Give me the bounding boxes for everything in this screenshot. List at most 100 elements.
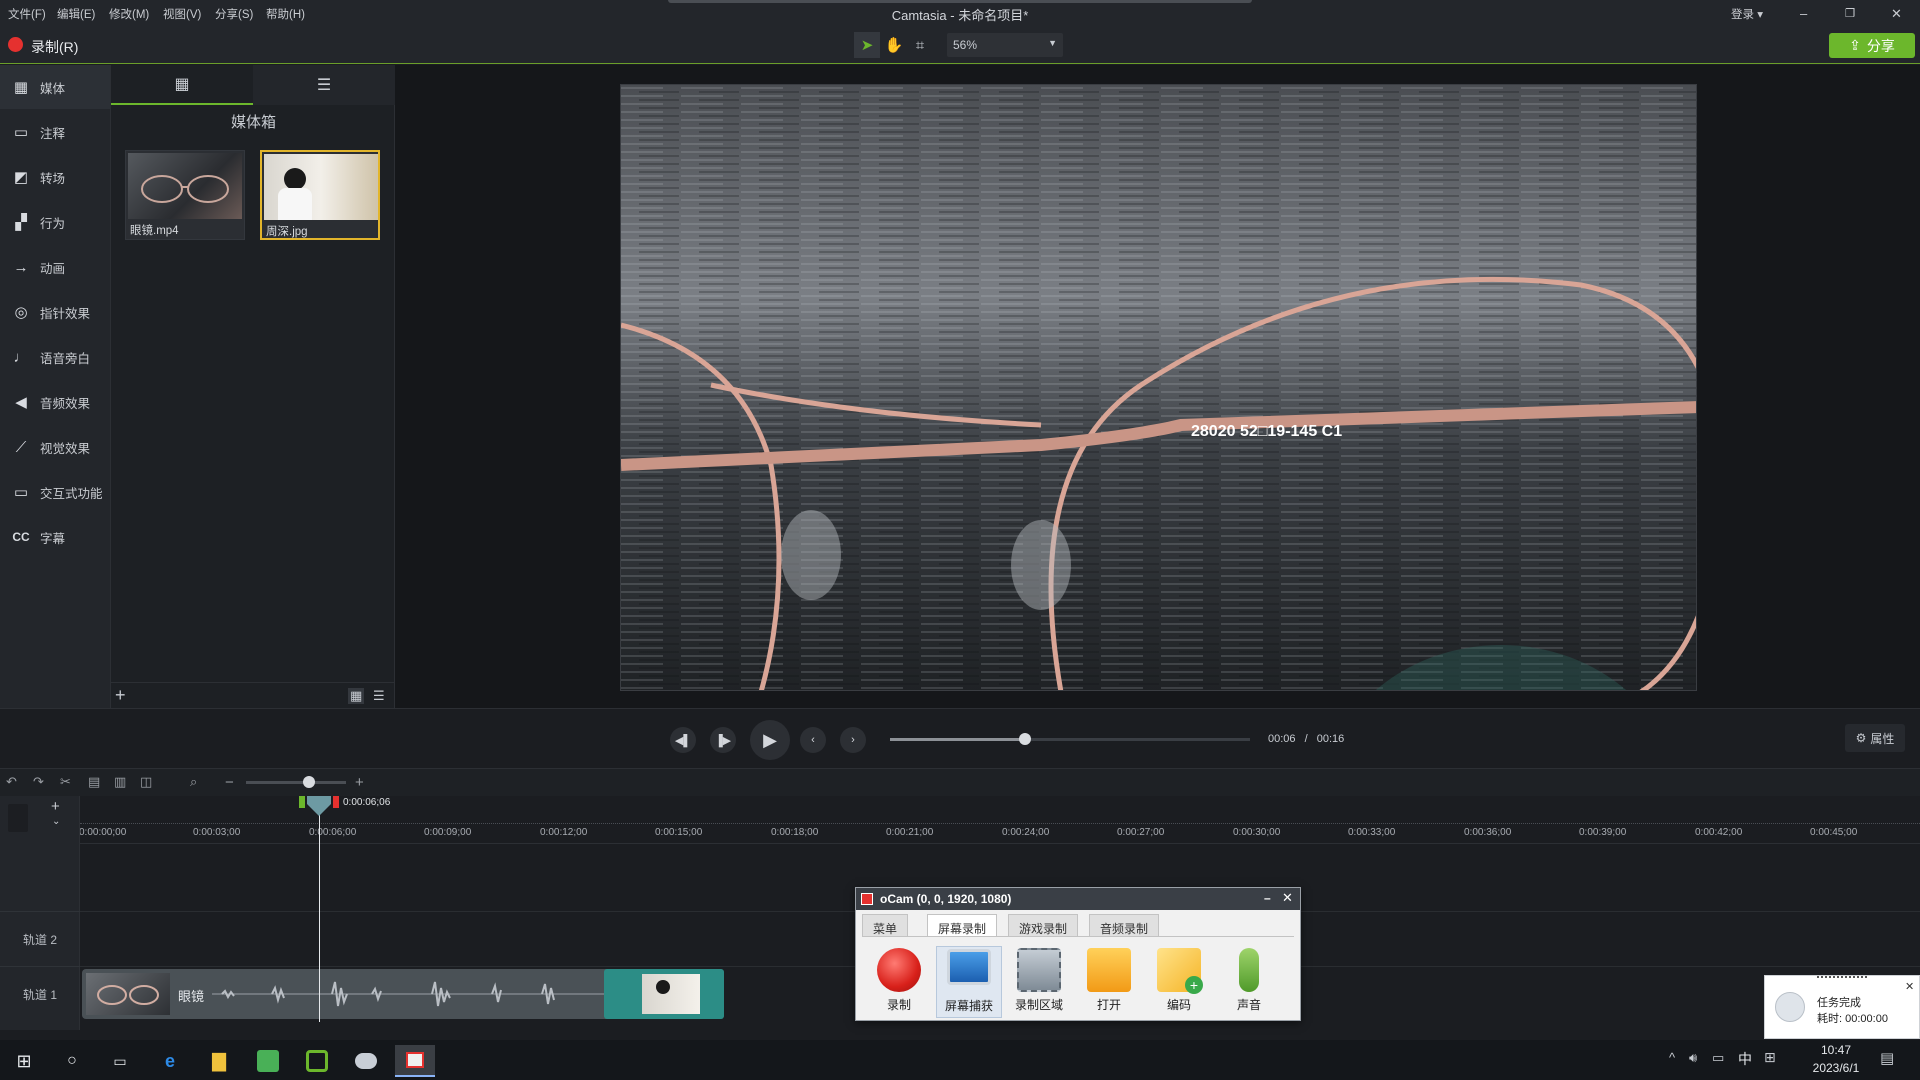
ocam-sound-button[interactable]: 声音 xyxy=(1216,946,1282,1018)
sidebar-item-transitions[interactable]: ◩ 转场 xyxy=(0,155,110,199)
sidebar-item-media[interactable]: ▦ 媒体 xyxy=(0,65,110,109)
chevron-up-icon[interactable]: ^ xyxy=(1669,1050,1675,1065)
task-complete-icon xyxy=(1775,992,1805,1022)
ime-indicator[interactable]: 中 xyxy=(1738,1049,1752,1069)
sidebar-item-annotations[interactable]: ▭ 注释 xyxy=(0,110,110,154)
app-icon-notebook[interactable] xyxy=(248,1045,288,1077)
sidebar-item-animations[interactable]: → 动画 xyxy=(0,245,110,289)
video-preview[interactable]: 28020 52□19-145 C1 xyxy=(620,84,1697,691)
track-height-slider[interactable] xyxy=(8,804,28,832)
annotation-icon: ▭ xyxy=(13,124,29,141)
title-bar-drag-handle[interactable] xyxy=(668,0,1252,3)
step-back-icon[interactable]: ◀▌ xyxy=(670,727,696,753)
app-icon-cloud[interactable] xyxy=(346,1045,386,1077)
redo-icon[interactable]: ↷ xyxy=(33,774,44,790)
play-button[interactable]: ▶ xyxy=(750,720,790,760)
zoom-in-icon[interactable]: + xyxy=(355,774,364,791)
tick-label: 0:00:45;00 xyxy=(1810,827,1858,838)
ocam-tab-audio-record[interactable]: 音频录制 xyxy=(1089,914,1160,937)
ocam-minimize-icon[interactable]: – xyxy=(1264,891,1271,905)
notification-center-icon[interactable]: ▤ xyxy=(1880,1049,1894,1067)
paste-icon[interactable]: ▥ xyxy=(114,774,126,790)
minimize-button[interactable]: – xyxy=(1800,6,1807,21)
sidebar-item-voice-narration[interactable]: ♩ 语音旁白 xyxy=(0,335,110,379)
volume-icon[interactable]: 🔊︎ xyxy=(1689,1050,1697,1066)
timeline-clip-image[interactable] xyxy=(604,969,724,1019)
ocam-open-button[interactable]: 打开 xyxy=(1076,946,1142,1018)
media-item[interactable]: 眼镜.mp4 xyxy=(125,150,245,240)
clock-time[interactable]: 10:47 xyxy=(1818,1043,1854,1057)
ocam-codec-button[interactable]: + 编码 xyxy=(1146,946,1212,1018)
ocam-title-bar[interactable]: oCam (0, 0, 1920, 1080) – ✕ xyxy=(856,888,1300,910)
edge-browser-icon[interactable]: e xyxy=(150,1045,190,1077)
zoom-out-icon[interactable]: − xyxy=(225,774,234,791)
sidebar-item-captions[interactable]: CC 字幕 xyxy=(0,515,110,559)
ocam-tab-menu[interactable]: 菜单 xyxy=(862,914,909,937)
ocam-screen-capture-button[interactable]: 屏幕捕获 xyxy=(936,946,1002,1018)
record-dot-icon xyxy=(8,37,23,52)
sidebar-item-cursor-effects[interactable]: ◎ 指针效果 xyxy=(0,290,110,334)
total-time: 00:16 xyxy=(1316,733,1345,745)
close-button[interactable]: ✕ xyxy=(1891,6,1902,22)
undo-icon[interactable]: ↶ xyxy=(6,774,17,790)
task-view-icon[interactable]: ▭ xyxy=(100,1045,140,1077)
list-view-icon[interactable]: ☰ xyxy=(373,688,385,704)
sidebar-item-label: 行为 xyxy=(40,216,66,231)
grid-view-icon[interactable]: ▦ xyxy=(348,688,365,704)
sidebar-item-audio-effects[interactable]: ◀ 音频效果 xyxy=(0,380,110,424)
crop-tool-icon[interactable]: ⌗ xyxy=(907,32,933,58)
sidebar-item-visual-effects[interactable]: ⟋ 视觉效果 xyxy=(0,425,110,469)
ocam-tab-game-record[interactable]: 游戏录制 xyxy=(1008,914,1079,937)
ocam-window: oCam (0, 0, 1920, 1080) – ✕ 菜单 屏幕录制 游戏录制… xyxy=(855,887,1301,1021)
tick-label: 0:00:39;00 xyxy=(1579,827,1627,838)
timeline-zoom-slider[interactable] xyxy=(246,781,346,784)
sidebar-item-behaviors[interactable]: ▞ 行为 xyxy=(0,200,110,244)
ocam-app-icon[interactable] xyxy=(395,1045,435,1077)
ocam-record-area-button[interactable]: 录制区域 xyxy=(1006,946,1072,1018)
record-button[interactable]: 录制(R) xyxy=(31,37,78,57)
file-explorer-icon[interactable]: ▇ xyxy=(199,1045,239,1077)
ocam-close-icon[interactable]: ✕ xyxy=(1282,890,1293,906)
chevron-down-icon[interactable]: ⌄ xyxy=(52,816,60,827)
close-icon[interactable]: ✕ xyxy=(1905,980,1914,993)
playback-knob[interactable] xyxy=(1019,733,1031,745)
track-label-2[interactable]: 轨道 2 xyxy=(0,911,80,966)
sidebar-item-interactive[interactable]: ▭ 交互式功能 xyxy=(0,470,110,514)
search-icon[interactable]: ○ xyxy=(52,1045,92,1077)
notification-toast[interactable]: 任务完成 耗时: 00:00:00 ✕ xyxy=(1764,975,1920,1039)
search-icon[interactable]: ⌕ xyxy=(190,774,197,790)
step-forward-icon[interactable]: ▐▶ xyxy=(710,727,736,753)
next-marker-icon[interactable]: › xyxy=(840,727,866,753)
windows-start-icon[interactable]: ⊞ xyxy=(4,1045,44,1077)
media-item-selected[interactable]: 周深.jpg xyxy=(260,150,380,240)
hand-tool-icon[interactable]: ✋ xyxy=(881,32,907,58)
tab-media-bin[interactable]: ▦ xyxy=(111,65,253,105)
playhead-in-marker[interactable] xyxy=(299,796,305,808)
copy-icon[interactable]: ▤ xyxy=(88,774,100,790)
login-button[interactable]: 登录 ▾ xyxy=(1731,6,1763,22)
track-headers: + ⌄ 轨道 2 轨道 1 xyxy=(0,796,80,1030)
camtasia-app-icon[interactable] xyxy=(297,1045,337,1077)
track-label-1[interactable]: 轨道 1 xyxy=(0,966,80,1021)
add-media-icon[interactable]: + xyxy=(115,685,126,706)
playhead-out-marker[interactable] xyxy=(333,796,339,808)
keyboard-icon[interactable]: ⊞ xyxy=(1764,1049,1776,1066)
cut-icon[interactable]: ✂ xyxy=(60,774,71,790)
playhead-handle[interactable] xyxy=(299,796,339,816)
ocam-record-button[interactable]: 录制 xyxy=(866,946,932,1018)
share-button[interactable]: ⇪ 分享 xyxy=(1829,33,1915,58)
network-icon[interactable]: ▭ xyxy=(1712,1050,1724,1066)
ocam-button-label: 声音 xyxy=(1236,998,1261,1012)
previous-marker-icon[interactable]: ‹ xyxy=(800,727,826,753)
split-icon[interactable]: ◫ xyxy=(140,774,152,790)
properties-button[interactable]: ⚙ 属性 xyxy=(1845,724,1905,752)
ocam-tab-screen-record[interactable]: 屏幕录制 xyxy=(927,914,998,937)
add-track-icon[interactable]: + xyxy=(51,798,60,815)
select-tool-icon[interactable]: ➤ xyxy=(854,32,880,58)
animation-icon: → xyxy=(13,258,29,276)
timeline-zoom-knob[interactable] xyxy=(303,776,315,788)
tab-library[interactable]: ☰ xyxy=(253,65,395,105)
restore-button[interactable]: ❐ xyxy=(1845,6,1855,20)
clock-date[interactable]: 2023/6/1 xyxy=(1804,1061,1868,1075)
zoom-select[interactable]: 56% ▼ xyxy=(947,33,1063,57)
